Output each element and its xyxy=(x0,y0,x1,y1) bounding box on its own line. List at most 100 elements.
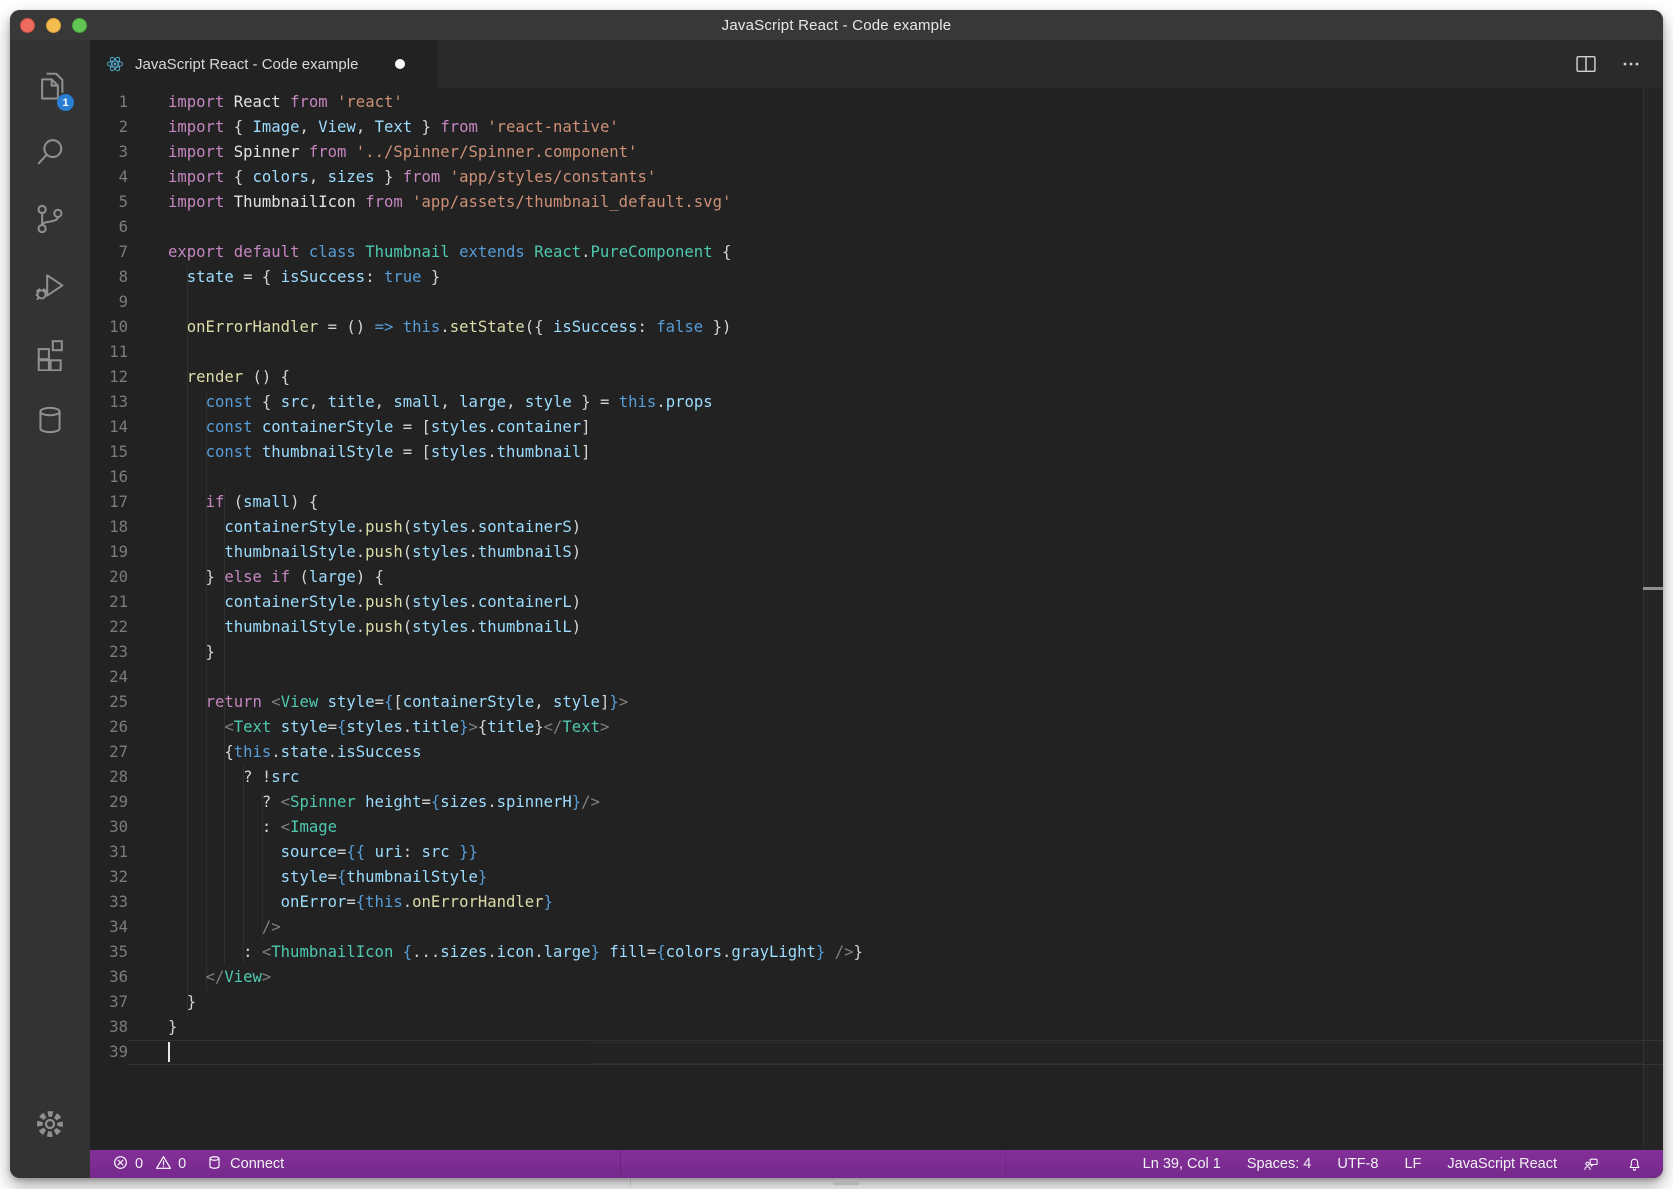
code-token: true xyxy=(384,268,422,286)
code-line[interactable]: 5import ThumbnailIcon from 'app/assets/t… xyxy=(90,190,1663,215)
code-token: Spinner xyxy=(290,793,356,811)
code-line-content: ? !src xyxy=(128,765,1663,790)
line-number: 1 xyxy=(90,90,128,115)
code-token: , xyxy=(506,393,525,411)
activity-settings[interactable] xyxy=(10,1093,90,1160)
code-line[interactable]: 7export default class Thumbnail extends … xyxy=(90,240,1663,265)
code-line[interactable]: 22 thumbnailStyle.push(styles.thumbnailL… xyxy=(90,615,1663,640)
code-line[interactable]: 4import { colors, sizes } from 'app/styl… xyxy=(90,165,1663,190)
activity-search[interactable] xyxy=(10,121,90,188)
tab-modified-indicator[interactable] xyxy=(395,59,405,69)
code-token: colors xyxy=(666,943,722,961)
tab-javascript-react[interactable]: JavaScript React - Code example xyxy=(90,40,437,88)
code-line[interactable]: 20 } else if (large) { xyxy=(90,565,1663,590)
code-token xyxy=(478,118,487,136)
code-line[interactable]: 35 : <ThumbnailIcon {...sizes.icon.large… xyxy=(90,940,1663,965)
code-line[interactable]: 2import { Image, View, Text } from 'reac… xyxy=(90,115,1663,140)
code-line[interactable]: 32 style={thumbnailStyle} xyxy=(90,865,1663,890)
code-line[interactable]: 9 xyxy=(90,290,1663,315)
code-token: . xyxy=(271,743,280,761)
problems-indicator[interactable]: 0 0 xyxy=(112,1154,186,1175)
code-line[interactable]: 37 } xyxy=(90,990,1663,1015)
code-token: src xyxy=(271,768,299,786)
code-token: . xyxy=(440,318,449,336)
background-artifact-line xyxy=(590,1063,1643,1064)
code-line[interactable]: 12 render () { xyxy=(90,365,1663,390)
code-token xyxy=(318,693,327,711)
activity-extensions[interactable] xyxy=(10,322,90,389)
code-line[interactable]: 6 xyxy=(90,215,1663,240)
line-number: 19 xyxy=(90,540,128,565)
code-line[interactable]: 29 ? <Spinner height={sizes.spinnerH}/> xyxy=(90,790,1663,815)
notifications-bell-icon[interactable] xyxy=(1626,1156,1643,1173)
code-line[interactable]: 23 } xyxy=(90,640,1663,665)
encoding-setting[interactable]: UTF-8 xyxy=(1337,1156,1378,1172)
code-line[interactable]: 30 : <Image xyxy=(90,815,1663,840)
code-line[interactable]: 18 containerStyle.push(styles.sontainerS… xyxy=(90,515,1663,540)
line-number: 13 xyxy=(90,390,128,415)
code-line[interactable]: 10 onErrorHandler = () => this.setState(… xyxy=(90,315,1663,340)
code-line[interactable]: 11 xyxy=(90,340,1663,365)
code-line[interactable]: 33 onError={this.onErrorHandler} xyxy=(90,890,1663,915)
cursor-position[interactable]: Ln 39, Col 1 xyxy=(1143,1156,1221,1172)
code-line[interactable]: 31 source={{ uri: src }} xyxy=(90,840,1663,865)
language-mode[interactable]: JavaScript React xyxy=(1447,1156,1557,1172)
code-editor[interactable]: 1import React from 'react'2import { Imag… xyxy=(90,88,1663,1150)
code-line[interactable]: 16 xyxy=(90,465,1663,490)
code-line-content: import React from 'react' xyxy=(128,90,1663,115)
code-line[interactable]: 25 return <View style={[containerStyle, … xyxy=(90,690,1663,715)
code-line[interactable]: 1import React from 'react' xyxy=(90,90,1663,115)
code-token: ({ xyxy=(525,318,553,336)
code-line[interactable]: 39 xyxy=(90,1040,1663,1065)
code-line[interactable]: 14 const containerStyle = [styles.contai… xyxy=(90,415,1663,440)
code-token: const xyxy=(206,418,253,436)
code-token: = xyxy=(328,868,337,886)
split-editor-icon[interactable] xyxy=(1573,51,1599,77)
editor-scrollbar-gutter[interactable] xyxy=(1644,88,1663,1150)
code-token xyxy=(224,193,233,211)
code-line[interactable]: 34 /> xyxy=(90,915,1663,940)
code-line[interactable]: 15 const thumbnailStyle = [styles.thumbn… xyxy=(90,440,1663,465)
activity-database[interactable] xyxy=(10,389,90,456)
code-line[interactable]: 26 <Text style={styles.title}>{title}</T… xyxy=(90,715,1663,740)
more-actions-icon[interactable] xyxy=(1619,52,1643,76)
code-line[interactable]: 17 if (small) { xyxy=(90,490,1663,515)
code-token: } xyxy=(591,943,600,961)
code-token: ) xyxy=(572,518,581,536)
code-token: this xyxy=(365,893,403,911)
code-line[interactable]: 24 xyxy=(90,665,1663,690)
code-token: height xyxy=(365,793,421,811)
code-line[interactable]: 8 state = { isSuccess: true } xyxy=(90,265,1663,290)
code-token: React xyxy=(234,93,281,111)
code-token xyxy=(168,518,224,536)
code-token: = xyxy=(328,718,337,736)
code-token: < xyxy=(224,718,233,736)
remote-connect-button[interactable]: Connect xyxy=(206,1154,284,1175)
code-token xyxy=(168,918,262,936)
code-line[interactable]: 36 </View> xyxy=(90,965,1663,990)
activity-source-control[interactable] xyxy=(10,188,90,255)
code-token: containerL xyxy=(478,593,572,611)
code-token xyxy=(299,243,308,261)
feedback-icon[interactable] xyxy=(1583,1156,1600,1173)
code-line[interactable]: 3import Spinner from '../Spinner/Spinner… xyxy=(90,140,1663,165)
eol-setting[interactable]: LF xyxy=(1404,1156,1421,1172)
code-line[interactable]: 28 ? !src xyxy=(90,765,1663,790)
activity-explorer[interactable]: 1 xyxy=(10,54,90,121)
indentation-setting[interactable]: Spaces: 4 xyxy=(1247,1156,1312,1172)
code-token xyxy=(450,243,459,261)
code-token xyxy=(262,693,271,711)
code-line[interactable]: 19 thumbnailStyle.push(styles.thumbnailS… xyxy=(90,540,1663,565)
code-token: Image xyxy=(253,118,300,136)
code-token: source xyxy=(281,843,337,861)
code-line[interactable]: 13 const { src, title, small, large, sty… xyxy=(90,390,1663,415)
code-token: thumbnailStyle xyxy=(224,618,355,636)
code-line[interactable]: 38} xyxy=(90,1015,1663,1040)
code-token: containerStyle xyxy=(224,518,355,536)
code-token: import xyxy=(168,93,224,111)
activity-bar: 1 xyxy=(10,40,90,1178)
code-line[interactable]: 27 {this.state.isSuccess xyxy=(90,740,1663,765)
overview-ruler-marker[interactable] xyxy=(1643,587,1663,590)
activity-run-debug[interactable] xyxy=(10,255,90,322)
code-line[interactable]: 21 containerStyle.push(styles.containerL… xyxy=(90,590,1663,615)
